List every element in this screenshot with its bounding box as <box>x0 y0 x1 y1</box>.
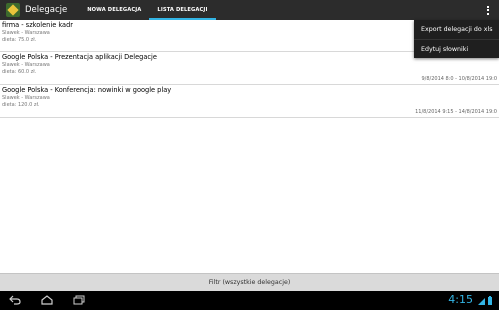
tab-new-delegation-label: NOWA DELEGACJA <box>87 7 142 13</box>
status-clock: 4:15 <box>448 293 473 306</box>
item-title: Google Polska - Konferencja: nowinki w g… <box>2 86 172 94</box>
recent-apps-icon[interactable] <box>72 294 86 306</box>
signal-battery-icon <box>477 295 493 306</box>
tab-new-delegation[interactable]: NOWA DELEGACJA <box>79 0 149 20</box>
overflow-menu-icon[interactable] <box>485 3 491 17</box>
overflow-menu: Export delegacji do xls Edytuj słowniki <box>414 20 499 58</box>
app-title: Delegacje <box>25 5 68 15</box>
list-item[interactable]: Google Polska - Konferencja: nowinki w g… <box>0 85 499 118</box>
home-icon[interactable] <box>40 294 54 306</box>
menu-item-export-xls[interactable]: Export delegacji do xls <box>414 20 499 39</box>
back-icon[interactable] <box>8 294 22 306</box>
filter-label: Filtr (wszystkie delegacje) <box>208 279 291 286</box>
system-nav-bar: 4:15 <box>0 291 499 310</box>
item-dates: 9/8/2014 8:0 - 10/8/2014 19:0 <box>421 76 497 82</box>
tab-delegation-list[interactable]: LISTA DELEGACJI <box>149 0 216 20</box>
filter-button[interactable]: Filtr (wszystkie delegacje) <box>0 273 499 291</box>
action-bar: Delegacje NOWA DELEGACJA LISTA DELEGACJI <box>0 0 499 20</box>
item-diet: dieta: 60.0 zł. <box>2 68 37 75</box>
item-dates: 11/8/2014 9:15 - 14/8/2014 19:0 <box>415 109 497 115</box>
menu-item-edit-dictionaries[interactable]: Edytuj słowniki <box>414 39 499 58</box>
item-diet: dieta: 120.0 zł. <box>2 101 40 108</box>
app-logo-icon[interactable] <box>6 3 20 17</box>
tab-delegation-list-label: LISTA DELEGACJI <box>157 7 208 13</box>
